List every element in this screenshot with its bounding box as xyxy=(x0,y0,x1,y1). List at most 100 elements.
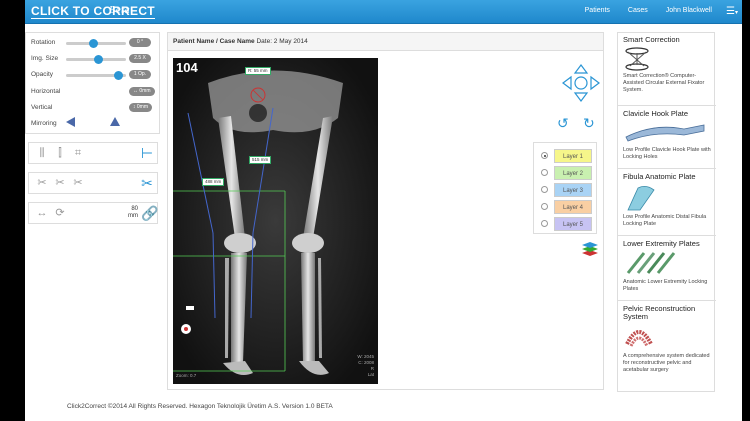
layer-3[interactable]: Layer 3 xyxy=(540,183,592,197)
layer-1-label: Layer 1 xyxy=(554,149,592,163)
product-description: Low Profile Clavicle Hook Plate with Loc… xyxy=(623,147,711,160)
link-distance: 80 mm xyxy=(126,206,138,220)
link-icon[interactable]: 🔗 xyxy=(141,206,158,220)
rotation-label: Rotation xyxy=(31,39,56,46)
rotate-cw-icon[interactable]: ↻ xyxy=(583,115,595,132)
viewer-header: Patient Name / Case Name Date: 2 May 201… xyxy=(168,33,603,51)
layer-1[interactable]: Layer 1 xyxy=(540,149,592,163)
rotation-slider[interactable] xyxy=(66,39,126,48)
case-date: Date: 2 May 2014 xyxy=(256,38,308,45)
product-description: A comprehensive system dedicated for rec… xyxy=(623,353,710,373)
product-sidebar: Smart Correction Smart Correction® Compu… xyxy=(617,32,716,392)
screen-frame: CLICK TO CORRECT Beta Patients Cases Joh… xyxy=(0,0,750,421)
layer-4[interactable]: Layer 4 xyxy=(540,200,592,214)
product-fibula-anatomic-plate[interactable]: Fibula Anatomic Plate Low Profile Anatom… xyxy=(618,170,716,236)
vertical-label: Vertical xyxy=(31,104,53,111)
product-description: Smart Correction® Computer-Assisted Circ… xyxy=(623,73,705,93)
measurement-left-femur[interactable]: 488 mm xyxy=(202,178,225,186)
view-marker: Lat xyxy=(367,372,374,377)
opacity-label: Opacity xyxy=(31,71,54,78)
pan-center-button[interactable] xyxy=(574,76,588,90)
product-clavicle-hook-plate[interactable]: Clavicle Hook Plate Low Profile Clavicle… xyxy=(618,107,716,169)
pan-left-arrow[interactable] xyxy=(562,75,572,91)
ruler-vertical-icon[interactable]: ⫼ xyxy=(35,146,49,160)
ruler-tools: ⫼ ⫿ ⌗ ⊢ xyxy=(28,142,158,164)
rotation-slider-handle[interactable] xyxy=(88,39,98,48)
xray-drawing xyxy=(173,58,378,384)
layer-5-label: Layer 5 xyxy=(554,217,592,231)
product-title: Clavicle Hook Plate xyxy=(623,109,689,118)
patient-case-label: Patient Name / Case Name xyxy=(173,38,255,45)
nav-user-link[interactable]: John Blackwell xyxy=(666,7,712,14)
ruler-double-icon[interactable]: ⫿ xyxy=(53,146,67,160)
nav-cases-link[interactable]: Cases xyxy=(628,7,648,14)
product-title: Fibula Anatomic Plate xyxy=(623,172,696,181)
xray-image[interactable]: 104 R: 55 mm 515 mm 488 mm W: 2045 C: 20… xyxy=(173,58,378,384)
pan-down-arrow[interactable] xyxy=(573,92,589,102)
layer-5[interactable]: Layer 5 xyxy=(540,217,592,231)
osteotomy-cut-icon[interactable]: ✂ xyxy=(35,176,49,190)
pan-right-arrow[interactable] xyxy=(590,75,600,91)
rotate-icon[interactable]: ⟳ xyxy=(53,206,67,220)
rotate-ccw-icon[interactable]: ↺ xyxy=(557,115,569,132)
fibula-plate-icon xyxy=(627,186,655,211)
link-distance-unit: mm xyxy=(128,213,138,219)
link-distance-value: 80 xyxy=(131,206,138,212)
layers-panel: Layer 1 Layer 2 Layer 3 Layer 4 Layer 5 xyxy=(533,142,597,234)
line-tool-icon[interactable]: ⊢ xyxy=(140,146,154,160)
product-smart-correction[interactable]: Smart Correction Smart Correction® Compu… xyxy=(618,33,716,106)
layer-3-label: Layer 3 xyxy=(554,183,592,197)
cut-tools: ✂ ✂ ✂ ✂ xyxy=(28,172,158,194)
transform-tools: ↔ ⟳ 80 mm 🔗 xyxy=(28,202,158,224)
mirror-horizontal-icon[interactable] xyxy=(66,117,75,127)
dome-cut-icon[interactable]: ✂ xyxy=(71,176,85,190)
layer-3-radio[interactable] xyxy=(541,186,548,193)
external-fixator-icon xyxy=(625,47,649,71)
layer-1-radio[interactable] xyxy=(541,152,548,159)
image-controls-panel: Rotation 0 ° Img. Size 2.5 X Opacity 1 O… xyxy=(25,32,160,134)
img-size-label: Img. Size xyxy=(31,55,59,62)
img-size-slider-handle[interactable] xyxy=(94,55,104,64)
product-title: Pelvic Reconstruction System xyxy=(623,304,696,321)
measurement-radius[interactable]: R: 55 mm xyxy=(245,67,271,75)
nav-links: Patients Cases John Blackwell xyxy=(569,7,712,14)
img-size-value: 2.5 X xyxy=(129,54,151,63)
rotation-value: 0 ° xyxy=(129,38,151,47)
horizontal-label: Horizontal xyxy=(31,88,61,95)
opacity-slider-handle[interactable] xyxy=(114,71,124,80)
horizontal-value[interactable]: ↔ 0mm xyxy=(129,87,155,96)
mirror-vertical-icon[interactable] xyxy=(110,117,120,126)
scissors-icon[interactable]: ✂ xyxy=(140,176,154,190)
lower-extremity-plates-icon xyxy=(626,252,676,274)
footer-copyright: Click2Correct ©2014 All Rights Reserved.… xyxy=(67,403,333,410)
opacity-slider[interactable] xyxy=(66,71,126,80)
pelvic-plate-icon xyxy=(625,330,653,347)
nav-patients-link[interactable]: Patients xyxy=(585,7,610,14)
angle-tool-icon[interactable]: ⌗ xyxy=(71,146,85,160)
product-description: Low Profile Anatomic Distal Fibula Locki… xyxy=(623,214,707,227)
product-lower-extremity-plates[interactable]: Lower Extremity Plates Anatomic Lower Ex… xyxy=(618,237,716,301)
product-pelvic-reconstruction[interactable]: Pelvic Reconstruction System A comprehen… xyxy=(618,302,716,392)
pan-up-arrow[interactable] xyxy=(573,64,589,74)
layer-2-radio[interactable] xyxy=(541,169,548,176)
opacity-value: 1 Op. xyxy=(129,70,151,79)
product-description: Anatomic Lower Extremity Locking Plates xyxy=(623,279,708,292)
brand-logo[interactable]: CLICK TO CORRECT xyxy=(31,4,155,19)
mirroring-label: Mirroring xyxy=(31,120,57,127)
layer-5-radio[interactable] xyxy=(541,220,548,227)
layer-2[interactable]: Layer 2 xyxy=(540,166,592,180)
vertical-value[interactable]: ↕ 0mm xyxy=(129,103,152,112)
navbar: CLICK TO CORRECT Beta Patients Cases Joh… xyxy=(25,0,742,24)
layers-stack-icon[interactable] xyxy=(581,241,599,257)
pan-navigation-pad xyxy=(562,64,600,102)
layer-4-radio[interactable] xyxy=(541,203,548,210)
clavicle-plate-icon xyxy=(625,124,705,142)
translate-icon[interactable]: ↔ xyxy=(35,206,49,220)
img-size-slider[interactable] xyxy=(66,55,126,64)
hamburger-icon[interactable]: ☰▾ xyxy=(726,6,738,17)
dicom-corner-info: W: 2045 C: 2008 R Lat xyxy=(357,354,374,378)
frame-number: 104 xyxy=(176,60,198,75)
wedge-cut-icon[interactable]: ✂ xyxy=(53,176,67,190)
measurement-right-femur[interactable]: 515 mm xyxy=(249,156,272,164)
brand-beta-label: Beta xyxy=(109,6,130,16)
